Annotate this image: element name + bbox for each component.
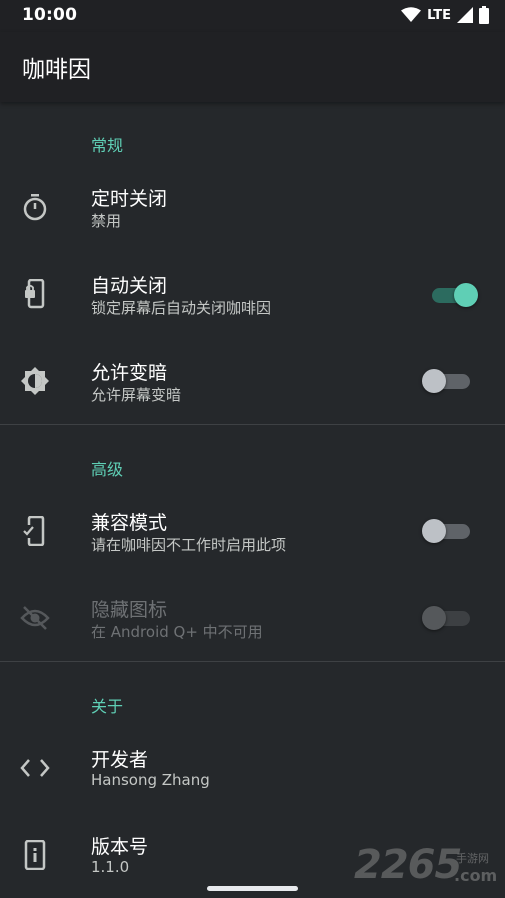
network-type: LTE	[427, 7, 451, 23]
section-divider	[0, 661, 505, 662]
eye-off-icon	[20, 603, 50, 633]
battery-icon	[479, 6, 489, 24]
pref-title: 定时关闭	[91, 188, 168, 210]
auto-off-switch[interactable]	[432, 282, 478, 308]
section-header-advanced: 高级	[91, 460, 124, 479]
code-icon	[20, 753, 50, 783]
status-bar: 10:00 LTE	[0, 0, 505, 32]
switch-thumb	[422, 369, 446, 393]
app-bar: 咖啡因	[0, 32, 505, 102]
app-title: 咖啡因	[22, 57, 91, 83]
pref-title: 兼容模式	[91, 512, 168, 534]
pref-summary: 锁定屏幕后自动关闭咖啡因	[91, 299, 272, 317]
pref-hide-icon: 隐藏图标 在 Android Q+ 中不可用	[0, 579, 505, 657]
pref-title: 允许变暗	[91, 362, 168, 384]
timer-icon	[20, 192, 50, 222]
pref-summary: 在 Android Q+ 中不可用	[91, 623, 263, 641]
pref-summary: Hansong Zhang	[91, 771, 210, 789]
allow-dim-switch[interactable]	[422, 368, 472, 394]
section-divider	[0, 424, 505, 425]
pref-developer[interactable]: 开发者 Hansong Zhang	[0, 729, 505, 807]
pref-title: 隐藏图标	[91, 599, 168, 621]
hide-icon-switch	[422, 605, 472, 631]
pref-auto-off[interactable]: 自动关闭 锁定屏幕后自动关闭咖啡因	[0, 255, 505, 333]
pref-summary: 禁用	[91, 212, 122, 230]
phone-check-icon	[20, 516, 50, 546]
pref-allow-dim[interactable]: 允许变暗 允许屏幕变暗	[0, 342, 505, 420]
pref-title: 开发者	[91, 749, 149, 771]
pref-summary: 请在咖啡因不工作时启用此项	[91, 536, 287, 554]
section-header-about: 关于	[91, 697, 124, 716]
pref-summary: 1.1.0	[91, 858, 130, 876]
switch-thumb	[422, 606, 446, 630]
compat-mode-switch[interactable]	[422, 518, 472, 544]
signal-icon	[457, 7, 473, 23]
switch-thumb	[454, 283, 478, 307]
settings-list[interactable]: 常规 定时关闭 禁用 自动关闭 锁定屏幕后自动关闭咖啡因 允许变暗 允许屏幕变暗…	[0, 102, 505, 898]
pref-title: 版本号	[91, 836, 149, 858]
wifi-icon	[401, 7, 422, 22]
pref-summary: 允许屏幕变暗	[91, 386, 182, 404]
status-icons: LTE	[401, 6, 489, 24]
pref-title: 自动关闭	[91, 275, 168, 297]
pref-timeout[interactable]: 定时关闭 禁用	[0, 168, 505, 246]
pref-version[interactable]: 版本号 1.1.0	[0, 816, 505, 894]
info-icon	[20, 840, 50, 870]
home-indicator[interactable]	[207, 886, 298, 891]
status-time: 10:00	[22, 5, 78, 25]
pref-compat-mode[interactable]: 兼容模式 请在咖啡因不工作时启用此项	[0, 492, 505, 570]
section-header-general: 常规	[91, 136, 124, 155]
switch-thumb	[422, 519, 446, 543]
phone-lock-icon	[20, 279, 50, 309]
brightness-icon	[20, 366, 50, 396]
